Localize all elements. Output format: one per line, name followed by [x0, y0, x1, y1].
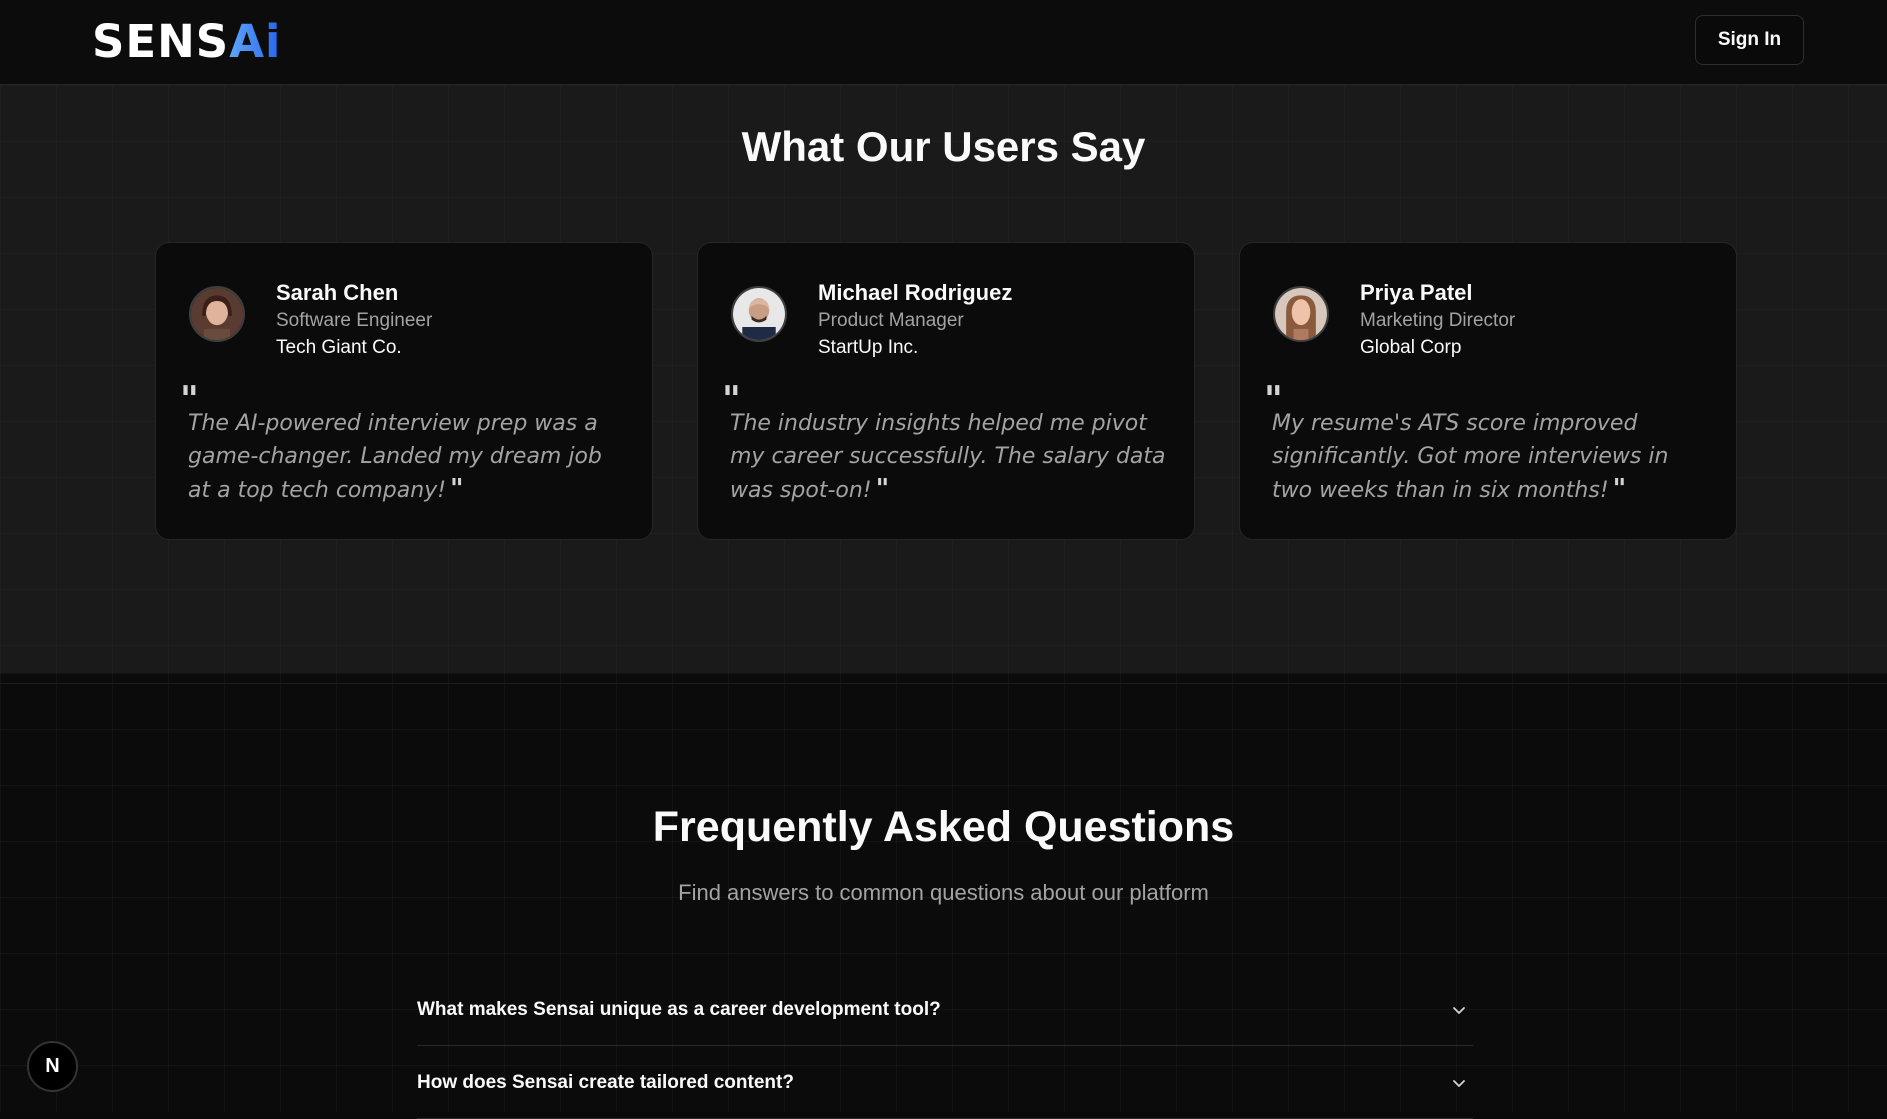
quote-close-icon: " [450, 474, 464, 504]
testimonial-company: StartUp Inc. [818, 337, 919, 358]
testimonials-title: What Our Users Say [741, 123, 1146, 170]
testimonial-name: Sarah Chen [276, 280, 399, 305]
testimonial-quote-text: The AI-powered interview prep was a game… [188, 411, 602, 503]
avatar [1273, 286, 1329, 342]
faq-section: Frequently Asked Questions Find answers … [0, 673, 1887, 1119]
testimonial-name: Michael Rodriguez [818, 280, 1013, 305]
sign-in-button[interactable]: Sign In [1695, 15, 1804, 65]
faq-title: Frequently Asked Questions [652, 803, 1235, 851]
testimonial-card: Sarah Chen Software Engineer Tech Giant … [155, 242, 653, 540]
testimonial-role: Software Engineer [276, 310, 433, 331]
nextjs-dev-indicator-icon[interactable]: N [27, 1041, 78, 1092]
faq-item[interactable]: How does Sensai create tailored content? [417, 1047, 1473, 1119]
chevron-down-icon [1453, 1007, 1465, 1014]
testimonial-company: Tech Giant Co. [276, 337, 402, 358]
testimonial-quote-text: The industry insights helped me pivot my… [730, 411, 1166, 503]
sensai-logo[interactable]: SENS Ai [92, 14, 282, 68]
logo-accent: Ai [229, 14, 282, 68]
testimonial-quote: The industry insights helped me pivot my… [730, 407, 1170, 507]
quote-close-icon: " [875, 474, 890, 504]
testimonial-card: Priya Patel Marketing Director Global Co… [1239, 242, 1737, 540]
testimonial-role: Product Manager [818, 310, 964, 331]
faq-subtitle: Find answers to common questions about o… [678, 880, 1209, 905]
testimonial-company: Global Corp [1360, 337, 1462, 358]
logo-text: SENS [92, 14, 230, 68]
testimonial-quote-text: My resume's ATS score improved significa… [1272, 411, 1669, 503]
testimonial-role: Marketing Director [1360, 310, 1516, 331]
chevron-down-icon [1453, 1080, 1465, 1087]
faq-question: What makes Sensai unique as a career dev… [417, 999, 941, 1020]
testimonial-quote: My resume's ATS score improved significa… [1272, 407, 1712, 507]
section-divider [0, 683, 1887, 684]
testimonial-quote: The AI-powered interview prep was a game… [188, 407, 628, 507]
avatar [189, 286, 245, 342]
site-header: SENS Ai Sign In [0, 0, 1887, 85]
avatar [731, 286, 787, 342]
quote-close-icon: " [1612, 474, 1627, 504]
testimonial-card: Michael Rodriguez Product Manager StartU… [697, 242, 1195, 540]
faq-item[interactable]: What makes Sensai unique as a career dev… [417, 974, 1473, 1046]
testimonials-section: What Our Users Say Sarah Chen Software E… [0, 85, 1887, 673]
faq-question: How does Sensai create tailored content? [417, 1072, 794, 1093]
testimonial-name: Priya Patel [1360, 280, 1473, 305]
